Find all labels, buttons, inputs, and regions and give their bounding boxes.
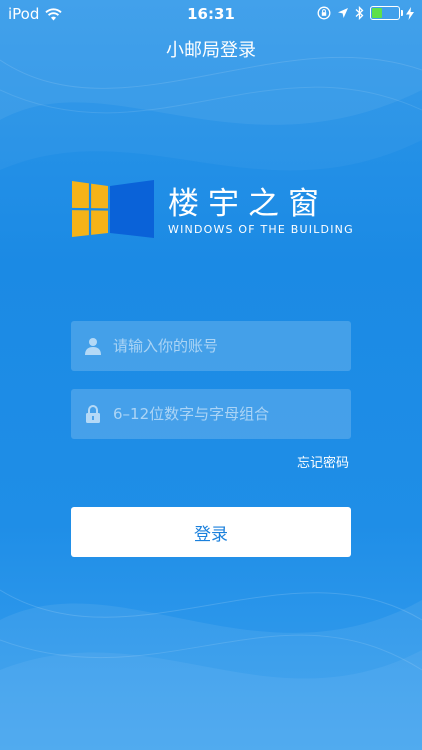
- password-input[interactable]: [113, 389, 341, 439]
- status-bar: iPod 16:31: [0, 0, 422, 30]
- bluetooth-icon: [355, 6, 364, 20]
- username-input[interactable]: [113, 321, 341, 371]
- user-icon: [85, 338, 101, 355]
- battery-icon: [370, 6, 403, 20]
- username-field[interactable]: [71, 321, 351, 371]
- orientation-lock-icon: [317, 6, 331, 20]
- windows-logo-icon: [72, 180, 154, 238]
- login-screen: iPod 16:31 小邮局登录 楼宇之窗 WINDOWS OF THE BUI…: [0, 0, 422, 750]
- logo-subtitle: WINDOWS OF THE BUILDING: [168, 223, 354, 236]
- status-right: [317, 6, 414, 20]
- charging-icon: [406, 6, 414, 20]
- logo-title: 楼宇之窗: [168, 186, 328, 222]
- page-title: 小邮局登录: [166, 40, 256, 61]
- password-field[interactable]: [71, 389, 351, 439]
- location-icon: [338, 8, 348, 18]
- battery-fill: [372, 8, 383, 18]
- login-button[interactable]: 登录: [71, 507, 351, 557]
- lock-icon: [86, 405, 100, 423]
- forgot-password-link[interactable]: 忘记密码: [297, 452, 349, 471]
